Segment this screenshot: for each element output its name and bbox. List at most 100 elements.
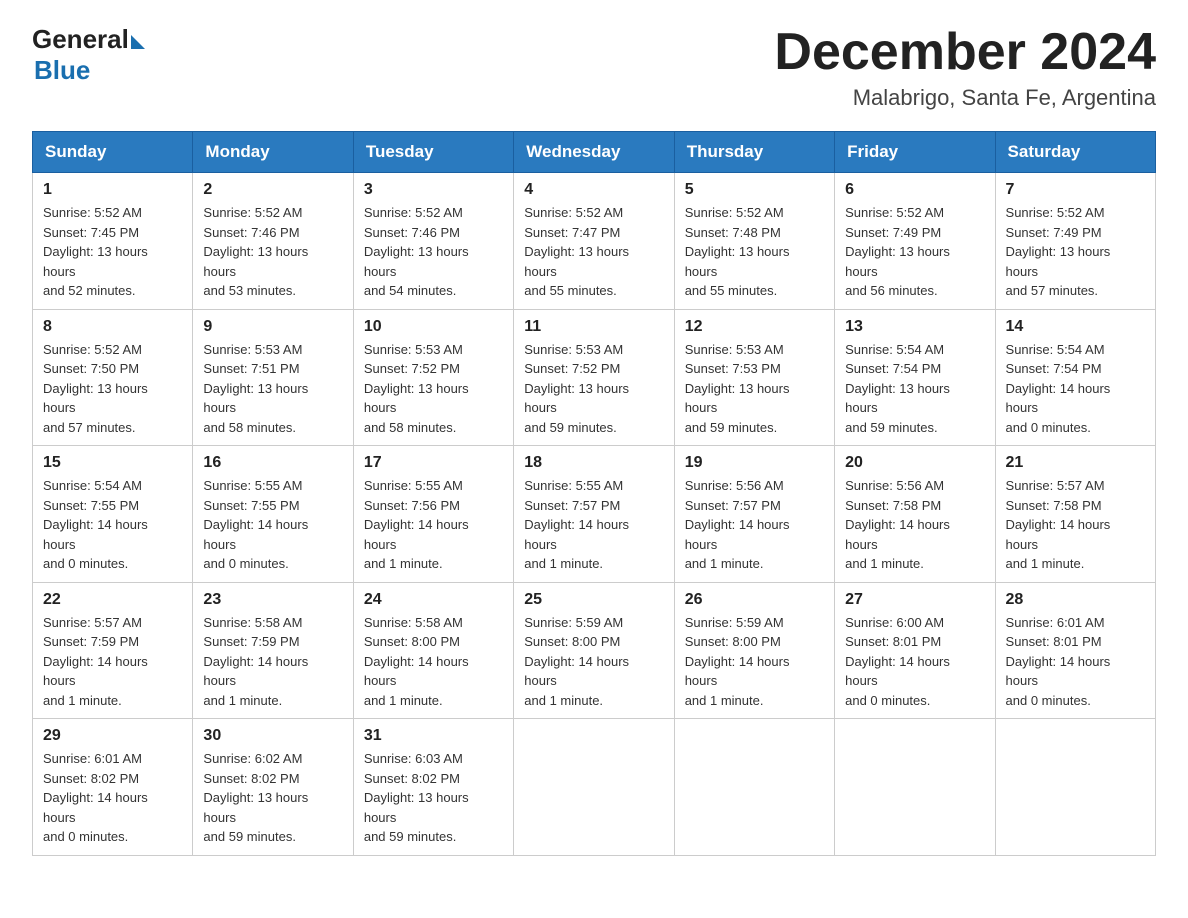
calendar-cell: 31 Sunrise: 6:03 AMSunset: 8:02 PMDayligh… xyxy=(353,719,513,856)
calendar-cell: 16 Sunrise: 5:55 AMSunset: 7:55 PMDayligh… xyxy=(193,446,353,583)
calendar-cell xyxy=(674,719,834,856)
calendar-cell: 7 Sunrise: 5:52 AMSunset: 7:49 PMDaylight… xyxy=(995,173,1155,310)
day-number: 16 xyxy=(203,454,342,472)
calendar-cell: 4Sunrise: 5:52 AMSunset: 7:47 PMDaylight… xyxy=(514,173,674,310)
day-info: Sunrise: 6:02 AMSunset: 8:02 PMDaylight:… xyxy=(203,749,342,847)
week-row-5: 29 Sunrise: 6:01 AMSunset: 8:02 PMDayligh… xyxy=(33,719,1156,856)
day-number: 29 xyxy=(43,727,182,745)
calendar-cell: 11 Sunrise: 5:53 AMSunset: 7:52 PMDayligh… xyxy=(514,309,674,446)
calendar-cell: 13Sunrise: 5:54 AMSunset: 7:54 PMDayligh… xyxy=(835,309,995,446)
day-number: 30 xyxy=(203,727,342,745)
week-row-2: 8Sunrise: 5:52 AMSunset: 7:50 PMDaylight… xyxy=(33,309,1156,446)
col-header-monday: Monday xyxy=(193,132,353,173)
calendar-cell: 12Sunrise: 5:53 AMSunset: 7:53 PMDayligh… xyxy=(674,309,834,446)
calendar-cell: 5 Sunrise: 5:52 AMSunset: 7:48 PMDaylight… xyxy=(674,173,834,310)
day-number: 19 xyxy=(685,454,824,472)
calendar-cell xyxy=(514,719,674,856)
day-info: Sunrise: 5:58 AMSunset: 8:00 PMDaylight:… xyxy=(364,613,503,711)
day-info: Sunrise: 6:03 AMSunset: 8:02 PMDaylight:… xyxy=(364,749,503,847)
day-info: Sunrise: 5:52 AMSunset: 7:49 PMDaylight:… xyxy=(845,203,984,301)
calendar-cell: 29 Sunrise: 6:01 AMSunset: 8:02 PMDayligh… xyxy=(33,719,193,856)
logo-general-text: General xyxy=(32,24,129,55)
calendar-cell: 22 Sunrise: 5:57 AMSunset: 7:59 PMDayligh… xyxy=(33,582,193,719)
calendar-cell: 23 Sunrise: 5:58 AMSunset: 7:59 PMDayligh… xyxy=(193,582,353,719)
calendar-cell: 20Sunrise: 5:56 AMSunset: 7:58 PMDayligh… xyxy=(835,446,995,583)
day-info: Sunrise: 5:59 AMSunset: 8:00 PMDaylight:… xyxy=(685,613,824,711)
day-number: 22 xyxy=(43,591,182,609)
day-info: Sunrise: 5:56 AMSunset: 7:58 PMDaylight:… xyxy=(845,476,984,574)
day-number: 14 xyxy=(1006,318,1145,336)
day-info: Sunrise: 5:53 AMSunset: 7:52 PMDaylight:… xyxy=(364,340,503,438)
day-number: 1 xyxy=(43,181,182,199)
calendar-header-row: SundayMondayTuesdayWednesdayThursdayFrid… xyxy=(33,132,1156,173)
calendar-cell: 2 Sunrise: 5:52 AMSunset: 7:46 PMDaylight… xyxy=(193,173,353,310)
day-info: Sunrise: 5:53 AMSunset: 7:51 PMDaylight:… xyxy=(203,340,342,438)
day-number: 6 xyxy=(845,181,984,199)
week-row-3: 15 Sunrise: 5:54 AMSunset: 7:55 PMDayligh… xyxy=(33,446,1156,583)
day-info: Sunrise: 5:52 AMSunset: 7:48 PMDaylight:… xyxy=(685,203,824,301)
day-number: 9 xyxy=(203,318,342,336)
day-number: 27 xyxy=(845,591,984,609)
calendar-cell: 15 Sunrise: 5:54 AMSunset: 7:55 PMDayligh… xyxy=(33,446,193,583)
calendar-cell: 10 Sunrise: 5:53 AMSunset: 7:52 PMDayligh… xyxy=(353,309,513,446)
day-info: Sunrise: 5:57 AMSunset: 7:59 PMDaylight:… xyxy=(43,613,182,711)
day-number: 12 xyxy=(685,318,824,336)
day-info: Sunrise: 5:52 AMSunset: 7:47 PMDaylight:… xyxy=(524,203,663,301)
day-number: 10 xyxy=(364,318,503,336)
week-row-1: 1 Sunrise: 5:52 AMSunset: 7:45 PMDaylight… xyxy=(33,173,1156,310)
col-header-sunday: Sunday xyxy=(33,132,193,173)
calendar-cell: 24 Sunrise: 5:58 AMSunset: 8:00 PMDayligh… xyxy=(353,582,513,719)
day-info: Sunrise: 5:54 AMSunset: 7:54 PMDaylight:… xyxy=(845,340,984,438)
day-number: 23 xyxy=(203,591,342,609)
day-number: 15 xyxy=(43,454,182,472)
calendar-cell: 19 Sunrise: 5:56 AMSunset: 7:57 PMDayligh… xyxy=(674,446,834,583)
day-info: Sunrise: 5:53 AMSunset: 7:52 PMDaylight:… xyxy=(524,340,663,438)
logo-blue-text: Blue xyxy=(34,55,90,86)
col-header-tuesday: Tuesday xyxy=(353,132,513,173)
day-number: 7 xyxy=(1006,181,1145,199)
day-number: 8 xyxy=(43,318,182,336)
day-number: 21 xyxy=(1006,454,1145,472)
day-info: Sunrise: 5:57 AMSunset: 7:58 PMDaylight:… xyxy=(1006,476,1145,574)
calendar-cell: 3 Sunrise: 5:52 AMSunset: 7:46 PMDaylight… xyxy=(353,173,513,310)
title-block: December 2024 Malabrigo, Santa Fe, Argen… xyxy=(774,24,1156,111)
day-number: 31 xyxy=(364,727,503,745)
day-info: Sunrise: 5:56 AMSunset: 7:57 PMDaylight:… xyxy=(685,476,824,574)
day-info: Sunrise: 5:52 AMSunset: 7:49 PMDaylight:… xyxy=(1006,203,1145,301)
calendar-cell: 21 Sunrise: 5:57 AMSunset: 7:58 PMDayligh… xyxy=(995,446,1155,583)
day-number: 3 xyxy=(364,181,503,199)
day-info: Sunrise: 5:54 AMSunset: 7:54 PMDaylight:… xyxy=(1006,340,1145,438)
calendar-cell: 14 Sunrise: 5:54 AMSunset: 7:54 PMDayligh… xyxy=(995,309,1155,446)
day-info: Sunrise: 6:01 AMSunset: 8:02 PMDaylight:… xyxy=(43,749,182,847)
calendar-cell: 8Sunrise: 5:52 AMSunset: 7:50 PMDaylight… xyxy=(33,309,193,446)
calendar-cell: 25Sunrise: 5:59 AMSunset: 8:00 PMDayligh… xyxy=(514,582,674,719)
calendar-cell: 6 Sunrise: 5:52 AMSunset: 7:49 PMDaylight… xyxy=(835,173,995,310)
day-number: 28 xyxy=(1006,591,1145,609)
col-header-friday: Friday xyxy=(835,132,995,173)
calendar-cell: 28 Sunrise: 6:01 AMSunset: 8:01 PMDayligh… xyxy=(995,582,1155,719)
page-header: General Blue December 2024 Malabrigo, Sa… xyxy=(32,24,1156,111)
day-info: Sunrise: 5:58 AMSunset: 7:59 PMDaylight:… xyxy=(203,613,342,711)
calendar-cell: 9 Sunrise: 5:53 AMSunset: 7:51 PMDaylight… xyxy=(193,309,353,446)
day-info: Sunrise: 6:01 AMSunset: 8:01 PMDaylight:… xyxy=(1006,613,1145,711)
day-number: 11 xyxy=(524,318,663,336)
logo: General Blue xyxy=(32,24,145,86)
calendar-cell: 18Sunrise: 5:55 AMSunset: 7:57 PMDayligh… xyxy=(514,446,674,583)
calendar-cell: 27 Sunrise: 6:00 AMSunset: 8:01 PMDayligh… xyxy=(835,582,995,719)
day-info: Sunrise: 5:55 AMSunset: 7:55 PMDaylight:… xyxy=(203,476,342,574)
day-info: Sunrise: 5:52 AMSunset: 7:46 PMDaylight:… xyxy=(364,203,503,301)
day-number: 26 xyxy=(685,591,824,609)
calendar-table: SundayMondayTuesdayWednesdayThursdayFrid… xyxy=(32,131,1156,856)
day-info: Sunrise: 6:00 AMSunset: 8:01 PMDaylight:… xyxy=(845,613,984,711)
col-header-saturday: Saturday xyxy=(995,132,1155,173)
day-info: Sunrise: 5:52 AMSunset: 7:46 PMDaylight:… xyxy=(203,203,342,301)
logo-triangle-icon xyxy=(131,35,145,49)
day-number: 2 xyxy=(203,181,342,199)
day-info: Sunrise: 5:54 AMSunset: 7:55 PMDaylight:… xyxy=(43,476,182,574)
day-number: 24 xyxy=(364,591,503,609)
day-info: Sunrise: 5:52 AMSunset: 7:45 PMDaylight:… xyxy=(43,203,182,301)
location-title: Malabrigo, Santa Fe, Argentina xyxy=(774,85,1156,111)
day-number: 5 xyxy=(685,181,824,199)
calendar-cell: 1 Sunrise: 5:52 AMSunset: 7:45 PMDaylight… xyxy=(33,173,193,310)
calendar-cell: 26 Sunrise: 5:59 AMSunset: 8:00 PMDayligh… xyxy=(674,582,834,719)
